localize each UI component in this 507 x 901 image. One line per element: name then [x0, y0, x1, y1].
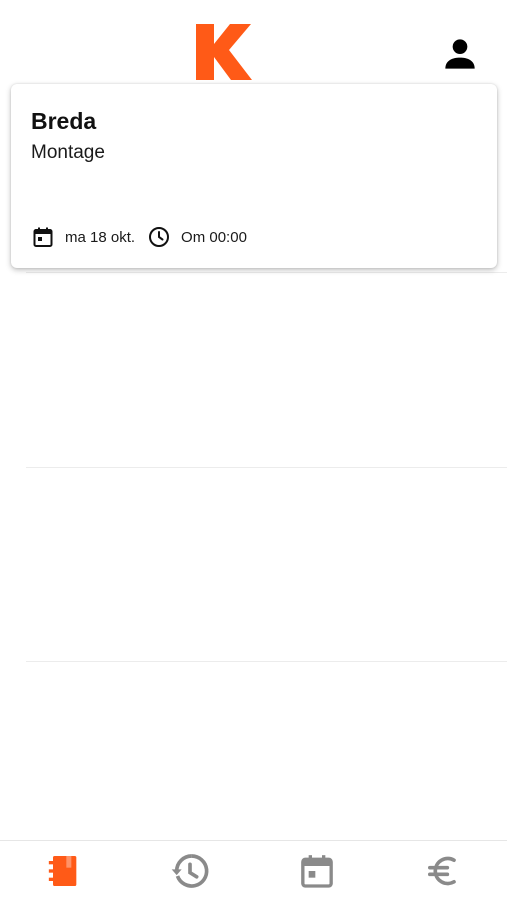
nav-item-jobs[interactable]	[0, 841, 127, 901]
notebook-icon	[49, 856, 77, 886]
nav-item-history[interactable]	[127, 841, 254, 901]
k-logo-icon	[196, 24, 252, 80]
euro-icon	[427, 856, 456, 886]
nav-item-calendar[interactable]	[254, 841, 381, 901]
list-item-empty	[26, 273, 507, 468]
person-icon	[445, 39, 475, 69]
calendar-icon	[301, 855, 333, 888]
list-item-empty	[26, 467, 507, 662]
brand-logo	[192, 22, 254, 82]
job-card[interactable]: Breda Montage ma 18 okt. Om 00:00	[11, 84, 497, 268]
profile-button[interactable]	[438, 32, 482, 76]
job-date: ma 18 okt.	[65, 228, 136, 246]
job-type: Montage	[31, 142, 105, 163]
calendar-icon	[31, 225, 55, 249]
bottom-navigation	[0, 840, 507, 901]
job-time: Om 00:00	[181, 228, 247, 246]
clock-icon	[147, 225, 171, 249]
history-icon	[171, 854, 209, 888]
job-location: Breda	[31, 108, 97, 134]
job-meta: ma 18 okt. Om 00:00	[31, 224, 247, 250]
app-header	[0, 0, 507, 84]
nav-item-finance[interactable]	[380, 841, 507, 901]
